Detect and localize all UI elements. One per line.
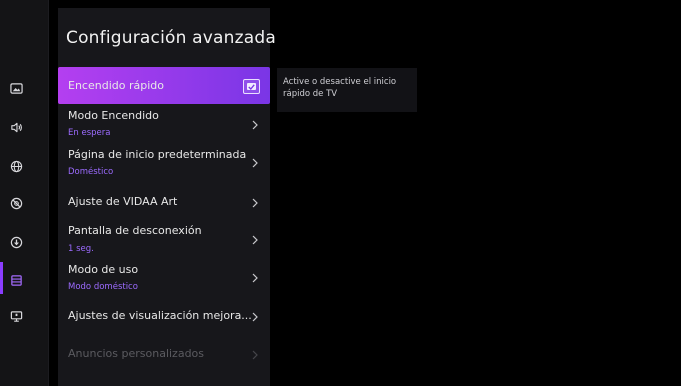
item-value: 1 seg.	[68, 244, 94, 254]
screen-off-item[interactable]: Pantalla de desconexión 1 seg.	[58, 222, 270, 258]
item-value: Modo doméstico	[68, 282, 138, 292]
chevron-right-icon	[252, 273, 258, 283]
picture-icon[interactable]	[8, 80, 24, 96]
item-label: Encendido rápido	[68, 79, 164, 92]
item-label: Ajustes de visualización mejora...	[68, 309, 252, 322]
personalized-ads-item[interactable]: Anuncios personalizados	[58, 340, 270, 370]
item-value: Doméstico	[68, 167, 114, 177]
item-description-tooltip: Active o desactive el inicio rápido de T…	[277, 68, 417, 112]
checkmark-icon	[247, 83, 256, 90]
chevron-right-icon	[252, 235, 258, 245]
item-label: Modo Encendido	[68, 109, 159, 122]
item-label: Anuncios personalizados	[68, 347, 205, 360]
item-value: En espera	[68, 128, 111, 138]
item-label: Página de inicio predeterminada	[68, 148, 247, 161]
vidaa-art-item[interactable]: Ajuste de VIDAA Art	[58, 188, 270, 218]
chevron-right-icon	[252, 158, 258, 168]
network-icon[interactable]	[8, 158, 24, 174]
chevron-right-icon	[252, 350, 258, 360]
item-label: Pantalla de desconexión	[68, 224, 202, 237]
default-home-page-item[interactable]: Página de inicio predeterminada Doméstic…	[58, 145, 270, 181]
support-icon[interactable]	[8, 234, 24, 250]
rail-divider	[48, 0, 49, 386]
chevron-right-icon	[252, 120, 258, 130]
enhanced-display-settings-item[interactable]: Ajustes de visualización mejora...	[58, 302, 270, 332]
usage-mode-item[interactable]: Modo de uso Modo doméstico	[58, 261, 270, 297]
quick-start-checkbox[interactable]	[243, 79, 260, 94]
power-mode-item[interactable]: Modo Encendido En espera	[58, 106, 270, 142]
quick-start-item[interactable]: Encendido rápido	[58, 67, 270, 104]
settings-category-rail	[0, 0, 48, 386]
active-category-indicator	[0, 262, 3, 294]
system-icon[interactable]	[8, 272, 24, 288]
device-icon[interactable]	[8, 308, 24, 324]
chevron-right-icon	[252, 198, 258, 208]
accessibility-icon[interactable]	[8, 195, 24, 211]
item-label: Ajuste de VIDAA Art	[68, 195, 178, 208]
page-title: Configuración avanzada	[66, 28, 276, 48]
sound-icon[interactable]	[8, 119, 24, 135]
chevron-right-icon	[252, 312, 258, 322]
item-label: Modo de uso	[68, 263, 139, 276]
tv-settings-screen: Configuración avanzada Encendido rápido …	[0, 0, 681, 386]
